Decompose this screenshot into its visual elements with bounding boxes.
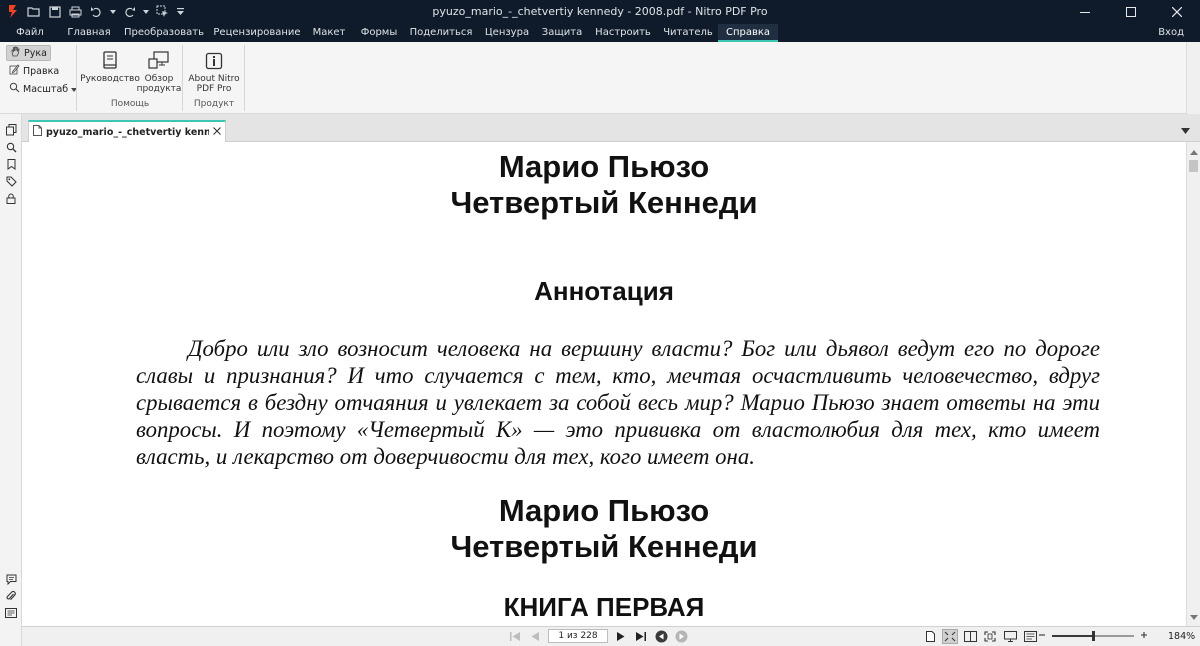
- maximize-icon[interactable]: [1108, 0, 1154, 24]
- info-icon: [200, 48, 228, 74]
- hand-icon: [10, 46, 21, 60]
- lock-icon[interactable]: [4, 191, 18, 205]
- window-title: pyuzo_mario_-_chetvertiy kennedy - 2008.…: [432, 5, 768, 18]
- magnifier-icon: [9, 82, 20, 96]
- guide-button[interactable]: Руководство: [80, 48, 140, 84]
- document-file-icon: [33, 125, 42, 139]
- tag-icon[interactable]: [4, 174, 18, 188]
- menu-convert[interactable]: Преобразовать: [124, 24, 204, 42]
- about-label-line2: PDF Pro: [196, 84, 232, 94]
- document-scrollbar[interactable]: [1186, 142, 1200, 626]
- page-navigation: 1 из 228: [508, 629, 688, 643]
- zoom-in-icon[interactable]: [1140, 631, 1148, 642]
- status-bar: 1 из 228 184%: [22, 626, 1200, 646]
- document-tab[interactable]: pyuzo_mario_-_chetvertiy kennedy ...: [28, 120, 226, 142]
- menu-share[interactable]: Поделиться: [408, 24, 474, 42]
- forward-view-icon[interactable]: [674, 629, 688, 643]
- author-heading-repeat: Марио Пьюзо: [498, 493, 710, 528]
- scroll-thumb[interactable]: [1189, 160, 1198, 172]
- edit-tool-label: Правка: [23, 65, 60, 77]
- login-button[interactable]: Вход: [1158, 24, 1184, 42]
- menu-file[interactable]: Файл: [6, 24, 54, 42]
- book-title-heading: Четвертый Кеннеди: [450, 185, 758, 220]
- scroll-up-icon[interactable]: [1190, 145, 1198, 158]
- ribbon-scrollbar[interactable]: [1186, 42, 1200, 114]
- hand-tool-label: Рука: [24, 47, 47, 59]
- last-page-icon[interactable]: [634, 629, 648, 643]
- annotation-heading: Аннотация: [534, 276, 674, 306]
- scroll-down-icon[interactable]: [1190, 610, 1198, 623]
- zoom-slider[interactable]: [1052, 629, 1134, 643]
- zoom-tool-label: Масштаб: [23, 83, 69, 95]
- product-group-label: Продукт: [193, 99, 235, 109]
- zoom-tool-button[interactable]: Масштаб: [6, 81, 80, 97]
- tour-label-line1: Обзор: [144, 74, 174, 84]
- author-heading: Марио Пьюзо: [498, 149, 710, 184]
- book-icon: [96, 48, 124, 74]
- comment-icon[interactable]: [4, 572, 18, 586]
- zoom-slider-knob[interactable]: [1091, 631, 1095, 641]
- zoom-controls: 184%: [1038, 629, 1195, 643]
- back-view-icon[interactable]: [654, 629, 668, 643]
- book-one-heading: КНИГА ПЕРВАЯ: [503, 592, 705, 622]
- zoom-percentage[interactable]: 184%: [1168, 631, 1195, 642]
- first-page-icon[interactable]: [508, 629, 522, 643]
- fit-width-view-icon[interactable]: [942, 629, 958, 644]
- menu-help[interactable]: Справка: [718, 24, 778, 42]
- next-page-icon[interactable]: [614, 629, 628, 643]
- annotation-paragraph: Добро или зло возносит человека на верши…: [136, 336, 1100, 469]
- page-number-input[interactable]: 1 из 228: [548, 629, 608, 643]
- menu-review[interactable]: Рецензирование: [212, 24, 302, 42]
- reader-view-icon[interactable]: [1022, 629, 1038, 644]
- tour-label-line2: продукта: [136, 84, 182, 94]
- two-page-view-icon[interactable]: [962, 629, 978, 644]
- hand-tool-button[interactable]: Рука: [6, 45, 51, 61]
- guide-label: Руководство: [80, 74, 140, 84]
- close-icon[interactable]: [1154, 0, 1200, 24]
- tour-monitor-icon: [145, 48, 173, 74]
- ribbon-separator: [182, 45, 183, 111]
- fields-icon[interactable]: [4, 606, 18, 620]
- menu-bar: Файл Главная Преобразовать Рецензировани…: [0, 24, 1200, 42]
- tab-list-dropdown-icon[interactable]: [1181, 124, 1190, 137]
- menu-redact[interactable]: Цензура: [480, 24, 534, 42]
- ribbon-separator: [244, 45, 245, 111]
- menu-protect[interactable]: Защита: [538, 24, 586, 42]
- single-page-view-icon[interactable]: [922, 629, 938, 644]
- zoom-slider-fill: [1052, 635, 1093, 637]
- help-group-label: Помощь: [110, 99, 150, 109]
- product-tour-button[interactable]: Обзор продукта: [136, 48, 182, 94]
- window-controls: [1062, 0, 1200, 24]
- ribbon: Рука Правка Масштаб Руководство Обзор пр…: [0, 42, 1200, 114]
- edit-tool-button[interactable]: Правка: [6, 63, 62, 79]
- tab-close-icon[interactable]: [213, 126, 221, 138]
- document-tab-label: pyuzo_mario_-_chetvertiy kennedy ...: [46, 126, 209, 138]
- document-view[interactable]: Марио Пьюзо Четвертый Кеннеди Аннотация …: [22, 142, 1186, 626]
- fit-page-view-icon[interactable]: [982, 629, 998, 644]
- title-bar: pyuzo_mario_-_chetvertiy kennedy - 2008.…: [0, 0, 1200, 24]
- presentation-view-icon[interactable]: [1002, 629, 1018, 644]
- ribbon-separator: [76, 45, 77, 111]
- bookmark-icon[interactable]: [4, 157, 18, 171]
- book-title-heading-repeat: Четвертый Кеннеди: [450, 529, 758, 564]
- zoom-out-icon[interactable]: [1038, 631, 1046, 642]
- menu-forms[interactable]: Формы: [356, 24, 402, 42]
- pencil-edit-icon: [9, 64, 20, 78]
- left-sidebar: [0, 114, 22, 646]
- attachment-icon[interactable]: [4, 589, 18, 603]
- menu-layout[interactable]: Макет: [308, 24, 350, 42]
- view-mode-group: [922, 629, 1038, 644]
- menu-customize[interactable]: Настроить: [592, 24, 654, 42]
- menu-reader[interactable]: Читатель: [660, 24, 716, 42]
- document-tab-strip: pyuzo_mario_-_chetvertiy kennedy ...: [22, 114, 1200, 142]
- about-nitro-button[interactable]: About Nitro PDF Pro: [186, 48, 242, 94]
- menu-home[interactable]: Главная: [62, 24, 116, 42]
- pages-icon[interactable]: [4, 123, 18, 137]
- about-label-line1: About Nitro: [188, 74, 240, 84]
- previous-page-icon[interactable]: [528, 629, 542, 643]
- search-icon[interactable]: [4, 140, 18, 154]
- minimize-icon[interactable]: [1062, 0, 1108, 24]
